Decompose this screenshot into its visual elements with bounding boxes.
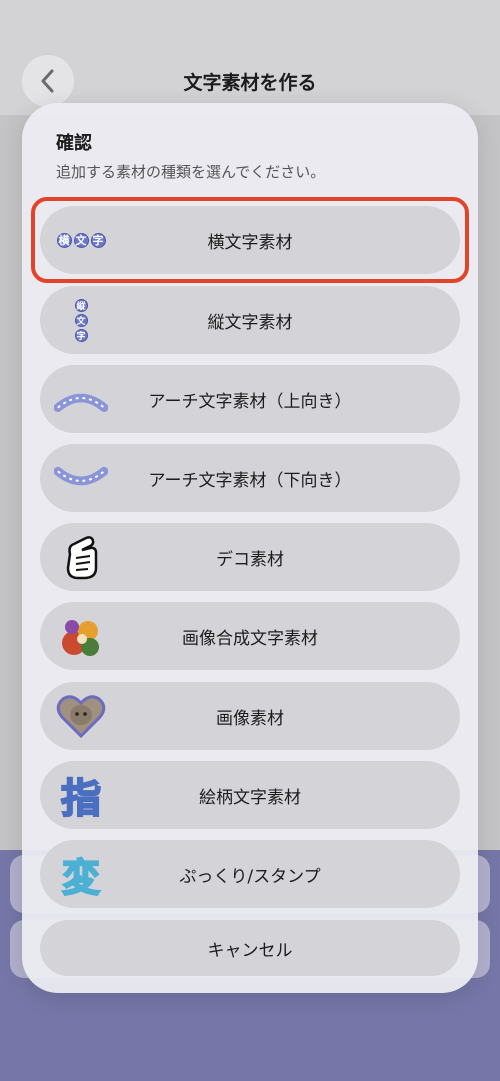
option-label: アーチ文字素材（下向き） (148, 470, 352, 491)
option-horizontal-text[interactable]: 横文字 横文字素材 (40, 206, 460, 274)
page-title: 文字素材を作る (183, 72, 317, 94)
option-label: ぷっくり/スタンプ (179, 866, 321, 887)
cancel-label: キャンセル (207, 940, 293, 961)
option-label: 縦文字素材 (207, 312, 293, 333)
option-label: デコ素材 (216, 549, 284, 570)
heart-cat-photo-icon (54, 689, 108, 743)
arch-down-text-sample-icon (54, 451, 108, 505)
option-puffy-stamp[interactable]: 変 ぷっくり/スタンプ (40, 840, 460, 908)
option-label: 絵柄文字素材 (199, 787, 301, 808)
cancel-button[interactable]: キャンセル (40, 920, 460, 976)
option-arch-up-text[interactable]: アーチ文字素材（上向き） (40, 365, 460, 433)
arch-up-text-sample-icon (54, 372, 108, 426)
puffy-letter-icon: 変 (61, 855, 101, 901)
type-selection-sheet: 確認 追加する素材の種類を選んでください。 横文字 横文字素材 縦 文 字 縦文… (22, 103, 478, 993)
sheet-subtitle: 追加する素材の種類を選んでください。 (56, 163, 326, 181)
option-arch-down-text[interactable]: アーチ文字素材（下向き） (40, 444, 460, 512)
option-image[interactable]: 画像素材 (40, 682, 460, 750)
option-label: 横文字素材 (207, 232, 293, 253)
top-bar-background (0, 0, 500, 115)
option-patterned-text[interactable]: 指 絵柄文字素材 (40, 761, 460, 829)
option-label: 画像素材 (216, 708, 284, 729)
option-label: アーチ文字素材（上向き） (148, 391, 352, 412)
vertical-text-sample-icon: 縦 文 字 (54, 293, 108, 347)
finger-heart-hand-icon (54, 530, 108, 584)
option-vertical-text[interactable]: 縦 文 字 縦文字素材 (40, 286, 460, 354)
horizontal-text-sample-icon: 横文字 (56, 232, 106, 248)
option-label: 画像合成文字素材 (182, 628, 318, 649)
option-deco[interactable]: デコ素材 (40, 523, 460, 591)
option-image-composite-text[interactable]: 画像合成文字素材 (40, 602, 460, 670)
image-composite-letter-icon (54, 609, 108, 663)
sheet-title: 確認 (56, 133, 92, 154)
patterned-letter-icon: 指 (60, 775, 102, 823)
